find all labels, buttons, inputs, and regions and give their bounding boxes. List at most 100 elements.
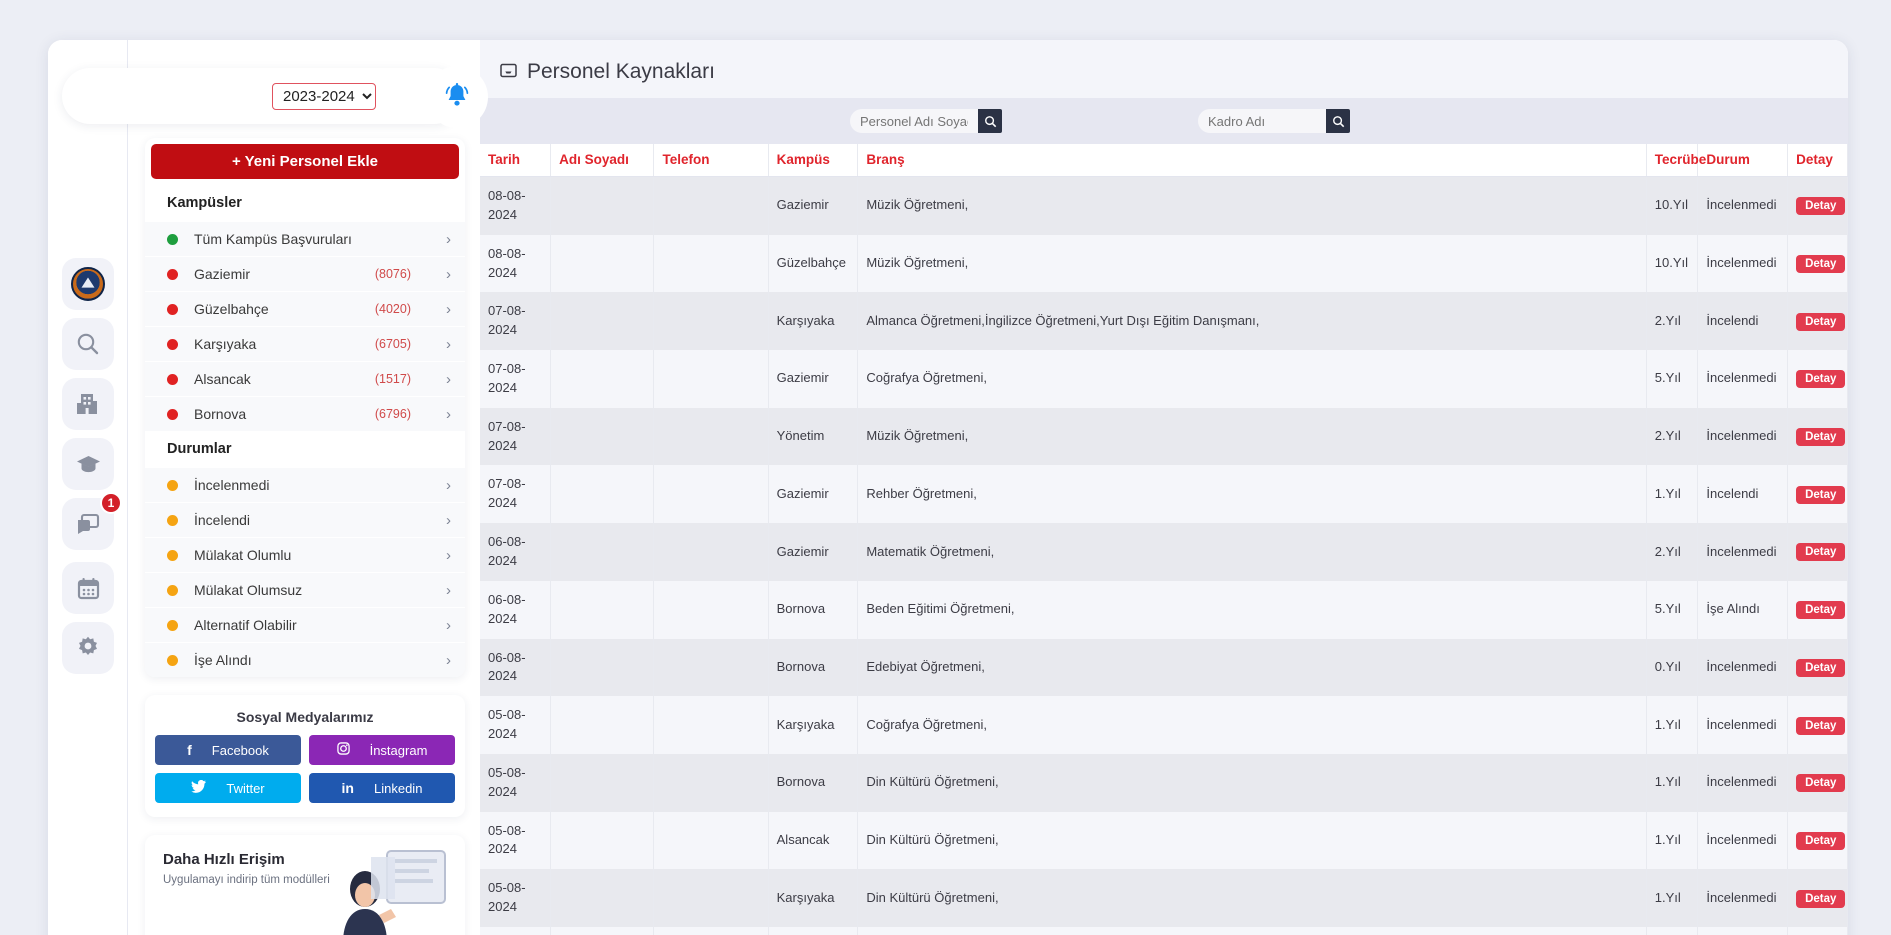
- plus-icon: +: [231, 153, 241, 170]
- table-header-row: Tarih Adı Soyadı Telefon Kampüs Branş Tecrübe…: [480, 144, 1848, 177]
- building-icon: [75, 391, 101, 417]
- chevron-right-icon: ›: [446, 616, 451, 634]
- sidebar-item-count: (1517): [374, 372, 411, 386]
- cell-experience: 1.Yıl: [1646, 869, 1699, 927]
- sidebar-item-status-5[interactable]: İşe Alındı ›: [145, 642, 465, 677]
- campuses-heading: Kampüsler: [145, 185, 465, 221]
- cell-phone: [653, 638, 769, 697]
- cell-experience: 5.Yıl: [1646, 350, 1699, 408]
- table-row: 05-08-2024 Karşıyaka Coğrafya Öğretmeni, 1.…: [480, 696, 1848, 754]
- cell-status: İncelenmedi: [1697, 753, 1789, 812]
- sidebar-item-campus-2[interactable]: Güzelbahçe (4020) ›: [145, 291, 465, 326]
- cell-campus: Bornova: [768, 638, 859, 697]
- detail-button[interactable]: Detay: [1796, 716, 1846, 735]
- cell-branch: Müzik Öğretmeni,: [857, 176, 1647, 235]
- sidebar-item-label: Gaziemir: [194, 266, 251, 282]
- sidebar-item-campus-3[interactable]: Karşıyaka (6705) ›: [145, 326, 465, 361]
- sidebar-item-campus-4[interactable]: Alsancak (1517) ›: [145, 361, 465, 396]
- detail-button[interactable]: Detay: [1796, 255, 1846, 274]
- linkedin-button[interactable]: in Linkedin: [309, 773, 455, 803]
- personnel-search-input[interactable]: [850, 109, 978, 133]
- cell-status: İncelendi: [1697, 292, 1789, 351]
- cell-phone: [653, 407, 769, 466]
- cell-name: [550, 926, 655, 935]
- cell-phone: [653, 926, 769, 935]
- cell-status: İncelendi: [1697, 465, 1789, 524]
- cell-branch: Coğrafya Öğretmeni,: [857, 696, 1647, 754]
- detail-button[interactable]: Detay: [1796, 370, 1846, 389]
- twitter-button[interactable]: Twitter: [155, 773, 301, 803]
- rail-item-school-logo[interactable]: [62, 258, 114, 310]
- cell-date: 06-08-2024: [480, 580, 552, 639]
- social-label: Facebook: [211, 742, 269, 758]
- detail-button[interactable]: Detay: [1796, 312, 1846, 331]
- table-row: 05-08-2024 Bornova Din Kültürü Öğretmeni, 1…: [480, 753, 1848, 812]
- cell-date: 05-08-2024: [480, 811, 552, 870]
- sidebar-item-count: (8076): [374, 267, 411, 281]
- table-row: 07-08-2024 Karşıyaka Almanca Öğretmeni,İng…: [480, 292, 1848, 351]
- detail-button[interactable]: Detay: [1796, 831, 1846, 850]
- col-header-kampüs: Kampüs: [768, 144, 859, 177]
- cell-phone: [653, 523, 769, 581]
- role-search-button[interactable]: [1326, 109, 1350, 133]
- table-row: 06-08-2024 Bornova Edebiyat Öğretmeni, 0.Yı…: [480, 638, 1848, 697]
- cell-branch: Coğrafya Öğretmeni,: [857, 350, 1647, 408]
- rail-item-chat[interactable]: 1: [62, 492, 122, 550]
- academic-year-select[interactable]: 2023-20242022-20232021-2022: [272, 82, 376, 110]
- cell-campus: Karşıyaka: [768, 292, 859, 351]
- cell-name: [550, 638, 655, 697]
- social-label: Twitter: [226, 780, 265, 796]
- cell-campus: Gaziemir: [768, 350, 859, 408]
- cell-phone: [653, 811, 769, 870]
- cell-detail: Detay: [1787, 292, 1848, 351]
- add-personnel-label: Yeni Personel Ekle: [244, 153, 379, 170]
- cell-branch: Müzik Öğretmeni,: [857, 407, 1647, 466]
- facebook-button[interactable]: f Facebook: [155, 735, 301, 765]
- detail-button[interactable]: Detay: [1796, 197, 1846, 216]
- sidebar-item-campus-1[interactable]: Gaziemir (8076) ›: [145, 256, 465, 291]
- cell-phone: [653, 234, 769, 293]
- cell-branch: Beden Eğitimi Öğretmeni,: [857, 580, 1647, 639]
- sidebar-item-campus-5[interactable]: Bornova (6796) ›: [145, 396, 465, 431]
- sidebar-item-status-4[interactable]: Alternatif Olabilir ›: [145, 607, 465, 642]
- cell-date: 08-08-2024: [480, 176, 552, 235]
- add-personnel-button[interactable]: + Yeni Personel Ekle: [151, 144, 459, 179]
- sidebar-item-status-2[interactable]: Mülakat Olumlu ›: [145, 537, 465, 572]
- sidebar-item-campus-0[interactable]: Tüm Kampüs Başvuruları ›: [145, 221, 465, 256]
- sidebar-item-status-3[interactable]: Mülakat Olumsuz ›: [145, 572, 465, 607]
- personnel-search-button[interactable]: [978, 109, 1002, 133]
- col-header-durum: Durum: [1697, 144, 1789, 177]
- detail-button[interactable]: Detay: [1796, 658, 1846, 677]
- cell-experience: 1.Yıl: [1646, 753, 1699, 812]
- cell-experience: 10.Yıl: [1646, 176, 1699, 235]
- chevron-right-icon: ›: [446, 476, 451, 494]
- table-row: 08-08-2024 Gaziemir Müzik Öğretmeni, 10.Yıl…: [480, 176, 1848, 235]
- instagram-button[interactable]: İnstagram: [309, 735, 455, 765]
- cell-name: [550, 234, 655, 293]
- table-row: 05-08-2024 GüzelbahçeFelsefe Öğretmeni,0.…: [480, 926, 1848, 935]
- detail-button[interactable]: Detay: [1796, 889, 1846, 908]
- rail-item-graduation-cap[interactable]: [62, 438, 114, 490]
- notifications-button[interactable]: [426, 66, 488, 128]
- cell-detail: Detay: [1787, 811, 1848, 870]
- detail-button[interactable]: Detay: [1796, 601, 1846, 620]
- cell-name: [550, 869, 655, 927]
- personnel-table: Tarih Adı Soyadı Telefon Kampüs Branş Tecrübe…: [480, 144, 1848, 935]
- detail-button[interactable]: Detay: [1796, 428, 1846, 447]
- col-header-detay: Detay: [1787, 144, 1848, 177]
- role-search-input[interactable]: [1198, 109, 1326, 133]
- rail-item-calendar[interactable]: [62, 562, 114, 614]
- col-header-branş: Branş: [857, 144, 1647, 177]
- sidebar-item-status-0[interactable]: İncelenmedi ›: [145, 467, 465, 502]
- cell-experience: 0.Yıl: [1646, 638, 1699, 697]
- rail-item-building[interactable]: [62, 378, 114, 430]
- detail-button[interactable]: Detay: [1796, 774, 1846, 793]
- chevron-right-icon: ›: [446, 581, 451, 599]
- rail-item-gear[interactable]: [62, 622, 114, 674]
- detail-button[interactable]: Detay: [1796, 485, 1846, 504]
- cell-branch: Din Kültürü Öğretmeni,: [857, 869, 1647, 927]
- sidebar-item-status-1[interactable]: İncelendi ›: [145, 502, 465, 537]
- rail-item-search[interactable]: [62, 318, 114, 370]
- cell-branch: Müzik Öğretmeni,: [857, 234, 1647, 293]
- detail-button[interactable]: Detay: [1796, 543, 1846, 562]
